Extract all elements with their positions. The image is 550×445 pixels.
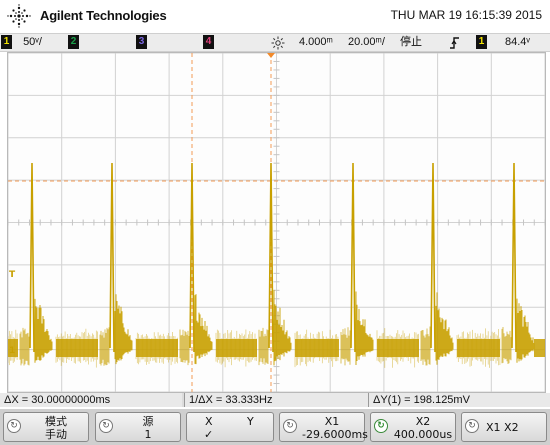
- cursor-source-value: 1: [144, 428, 152, 441]
- softkey-bar: ↻ 模式 手动 ↻ 源 1 X Y ✓ ↻ X1 -29.6000ms ↻ X2…: [0, 409, 550, 445]
- trace-pulse-spike: [430, 162, 436, 353]
- cursor-x1-softkey[interactable]: ↻ X1 -29.6000ms: [279, 412, 368, 442]
- waveform-graticule: T1: [8, 53, 545, 392]
- cursor-x1-value: -29.6000ms: [302, 428, 368, 441]
- trigger-level: 84.4ᵛ: [505, 36, 530, 48]
- cursor-x1-label: X1: [324, 415, 340, 428]
- channel-1-ground-marker: 1: [9, 346, 15, 356]
- time-position: 4.000ᵐ: [299, 36, 333, 48]
- cursor-mode-label: 模式: [45, 415, 67, 428]
- rotate-knob-icon: ↻: [7, 419, 21, 433]
- cursor-x2-value: 400.000us: [393, 428, 453, 441]
- cursor-x1x2-softkey[interactable]: ↻ X1 X2: [461, 412, 547, 442]
- channel-1-scale: 50ᵛ/: [23, 36, 42, 48]
- trigger-edge-indicator: [449, 35, 461, 50]
- rotate-knob-active-icon: ↻: [374, 419, 388, 433]
- timestamp: THU MAR 19 16:15:39 2015: [390, 8, 542, 22]
- status-bar: 1 50ᵛ/ 2 3 4 4.000ᵐ 20.00ᵐ/ 停止 1 84.4ᵛ: [0, 33, 550, 52]
- cursor-x2-softkey[interactable]: ↻ X2 400.000us: [370, 412, 456, 442]
- trace-pulse-spike: [511, 162, 517, 353]
- rotate-knob-icon: ↻: [283, 419, 297, 433]
- y-option-label: Y: [247, 415, 254, 428]
- rotate-knob-icon: ↻: [99, 419, 113, 433]
- channel-3-indicator[interactable]: 3: [136, 35, 147, 50]
- channel-1-number: 1: [1, 35, 12, 49]
- trigger-position-marker-icon: [267, 53, 275, 58]
- run-state: 停止: [400, 36, 422, 48]
- trigger-source-indicator[interactable]: 1: [476, 35, 487, 50]
- cursor-x1x2-label: X1 X2: [486, 421, 519, 434]
- channel-4-indicator[interactable]: 4: [203, 35, 214, 50]
- channel-3-number: 3: [136, 35, 147, 49]
- cursor-mode-softkey[interactable]: ↻ 模式 手动: [3, 412, 89, 442]
- cursor-source-softkey[interactable]: ↻ 源 1: [95, 412, 181, 442]
- trace-pulse-spike: [350, 162, 356, 353]
- cursor-x2-label: X2: [415, 415, 431, 428]
- trace-pulse-spike: [109, 162, 115, 353]
- time-reference-indicator[interactable]: [271, 35, 285, 50]
- x-option-label: X: [205, 415, 213, 428]
- x-option-check-icon: ✓: [204, 428, 214, 441]
- cursor-mode-value: 手动: [45, 428, 67, 441]
- channel-2-indicator[interactable]: 2: [68, 35, 79, 50]
- rotate-knob-icon: ↻: [465, 419, 479, 433]
- measurement-bar: ΔX = 30.00000000ms 1/ΔX = 33.333Hz ΔY(1)…: [0, 393, 550, 407]
- waveform-display[interactable]: T1: [7, 52, 546, 393]
- agilent-logo-icon: [7, 4, 31, 28]
- inverse-delta-x-readout: 1/ΔX = 33.333Hz: [184, 393, 368, 407]
- cursor-xy-softkey[interactable]: X Y ✓: [186, 412, 274, 442]
- rising-edge-icon: [450, 37, 459, 49]
- delta-x-readout: ΔX = 30.00000000ms: [0, 393, 182, 407]
- time-reference-icon: [271, 36, 285, 50]
- trace-noise-band: [534, 339, 545, 357]
- delta-y-readout: ΔY(1) = 198.125mV: [368, 393, 550, 407]
- brand-name: Agilent Technologies: [40, 8, 167, 23]
- channel-2-number: 2: [68, 35, 79, 49]
- channel-4-number: 4: [203, 35, 214, 49]
- trigger-source-number: 1: [476, 35, 487, 49]
- channel-1-indicator[interactable]: 1 50ᵛ/: [1, 35, 42, 50]
- trigger-level-marker: T: [9, 270, 16, 280]
- header: Agilent Technologies THU MAR 19 16:15:39…: [0, 0, 550, 32]
- time-scale: 20.00ᵐ/: [348, 36, 385, 48]
- cursor-source-label: 源: [142, 415, 154, 428]
- trace-pulse-spike: [29, 162, 35, 353]
